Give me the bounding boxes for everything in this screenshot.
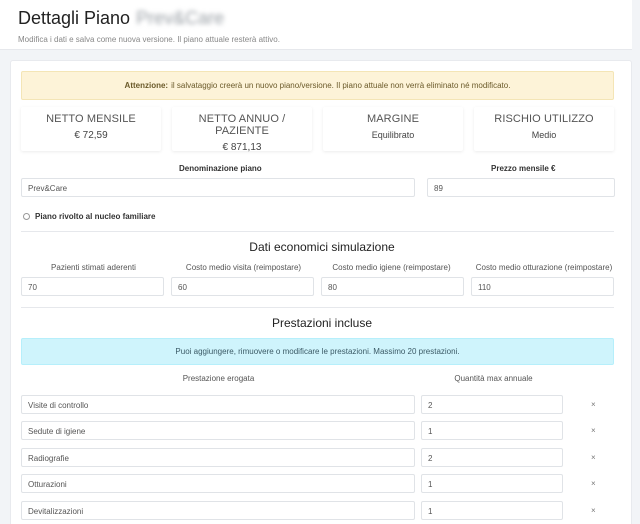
stat-margine: MARGINE Equilibrato (323, 107, 463, 151)
stats-row: NETTO MENSILE € 72,59 NETTO ANNUO / PAZI… (21, 107, 614, 153)
stat-value: € 871,13 (222, 142, 262, 153)
family-checkbox-label: Piano rivolto al nucleo familiare (35, 212, 156, 221)
remove-service-button[interactable]: × (591, 506, 596, 515)
divider (21, 307, 614, 308)
plan-name-input[interactable]: Prev&Care (21, 178, 415, 197)
remove-service-button[interactable]: × (591, 479, 596, 488)
field-label: Costo medio igiene (reimpostare) (332, 263, 451, 272)
remove-service-button[interactable]: × (591, 453, 596, 462)
stat-value: Equilibrato (371, 130, 415, 140)
page-title: Dettagli Piano (18, 8, 131, 28)
stat-netto-mensile: NETTO MENSILE € 72,59 (21, 107, 161, 151)
price-label: Prezzo mensile € (491, 164, 556, 173)
checkbox-box[interactable] (23, 213, 30, 220)
service-qty-input[interactable]: 1 (421, 474, 563, 493)
stat-rischio: RISCHIO UTILIZZO Medio (474, 107, 614, 151)
service-name-input[interactable]: Devitalizzazioni (21, 501, 415, 520)
divider (21, 231, 614, 232)
stat-netto-annuo: NETTO ANNUO / PAZIENTE € 871,13 (172, 107, 312, 153)
warning-strong: Attenzione: (124, 81, 169, 90)
stat-label: RISCHIO UTILIZZO (494, 113, 594, 125)
page-subtitle: Modifica i dati e salva come nuova versi… (18, 35, 280, 44)
field-label: Pazienti stimati aderenti (51, 263, 136, 272)
economics-title: Dati economici simulazione (249, 240, 395, 254)
warning-alert: Attenzione: il salvataggio creerà un nuo… (21, 71, 614, 100)
stat-label: MARGINE (366, 113, 420, 125)
warning-text: il salvataggio creerà un nuovo piano/ver… (171, 81, 511, 90)
hygiene-cost-input[interactable]: 80 (321, 277, 464, 296)
col-header-qty: Quantità max annuale (454, 374, 533, 383)
stat-label: NETTO ANNUO / PAZIENTE (198, 113, 286, 137)
field-label: Costo medio visita (reimpostare) (185, 263, 302, 272)
filling-cost-input[interactable]: 110 (471, 277, 614, 296)
service-qty-input[interactable]: 2 (421, 395, 563, 414)
remove-service-button[interactable]: × (591, 426, 596, 435)
price-input[interactable]: 89 (427, 178, 615, 197)
family-checkbox[interactable]: Piano rivolto al nucleo familiare (23, 212, 155, 221)
col-header-service: Prestazione erogata (182, 374, 255, 383)
stat-label: NETTO MENSILE (46, 113, 136, 125)
plan-form-card: Attenzione: il salvataggio creerà un nuo… (10, 60, 632, 524)
service-name-input[interactable]: Radiografie (21, 448, 415, 467)
service-name-input[interactable]: Sedute di igiene (21, 421, 415, 440)
plan-name-label: Denominazione piano (179, 164, 262, 173)
page-header: Dettagli Piano Prev&Care Modifica i dati… (0, 0, 632, 50)
visit-cost-input[interactable]: 60 (171, 277, 314, 296)
stat-value: Medio (531, 130, 557, 140)
plan-name: Prev&Care (136, 8, 225, 28)
patients-input[interactable]: 70 (21, 277, 164, 296)
stat-value: € 72,59 (74, 130, 108, 141)
service-qty-input[interactable]: 1 (421, 421, 563, 440)
services-info-alert: Puoi aggiungere, rimuovere o modificare … (21, 338, 614, 365)
service-qty-input[interactable]: 2 (421, 448, 563, 467)
services-title: Prestazioni incluse (271, 316, 373, 330)
services-info-text: Puoi aggiungere, rimuovere o modificare … (175, 347, 460, 356)
field-label: Costo medio otturazione (reimpostare) (475, 263, 613, 272)
service-name-input[interactable]: Otturazioni (21, 474, 415, 493)
service-qty-input[interactable]: 1 (421, 501, 563, 520)
remove-service-button[interactable]: × (591, 400, 596, 409)
service-name-input[interactable]: Visite di controllo (21, 395, 415, 414)
